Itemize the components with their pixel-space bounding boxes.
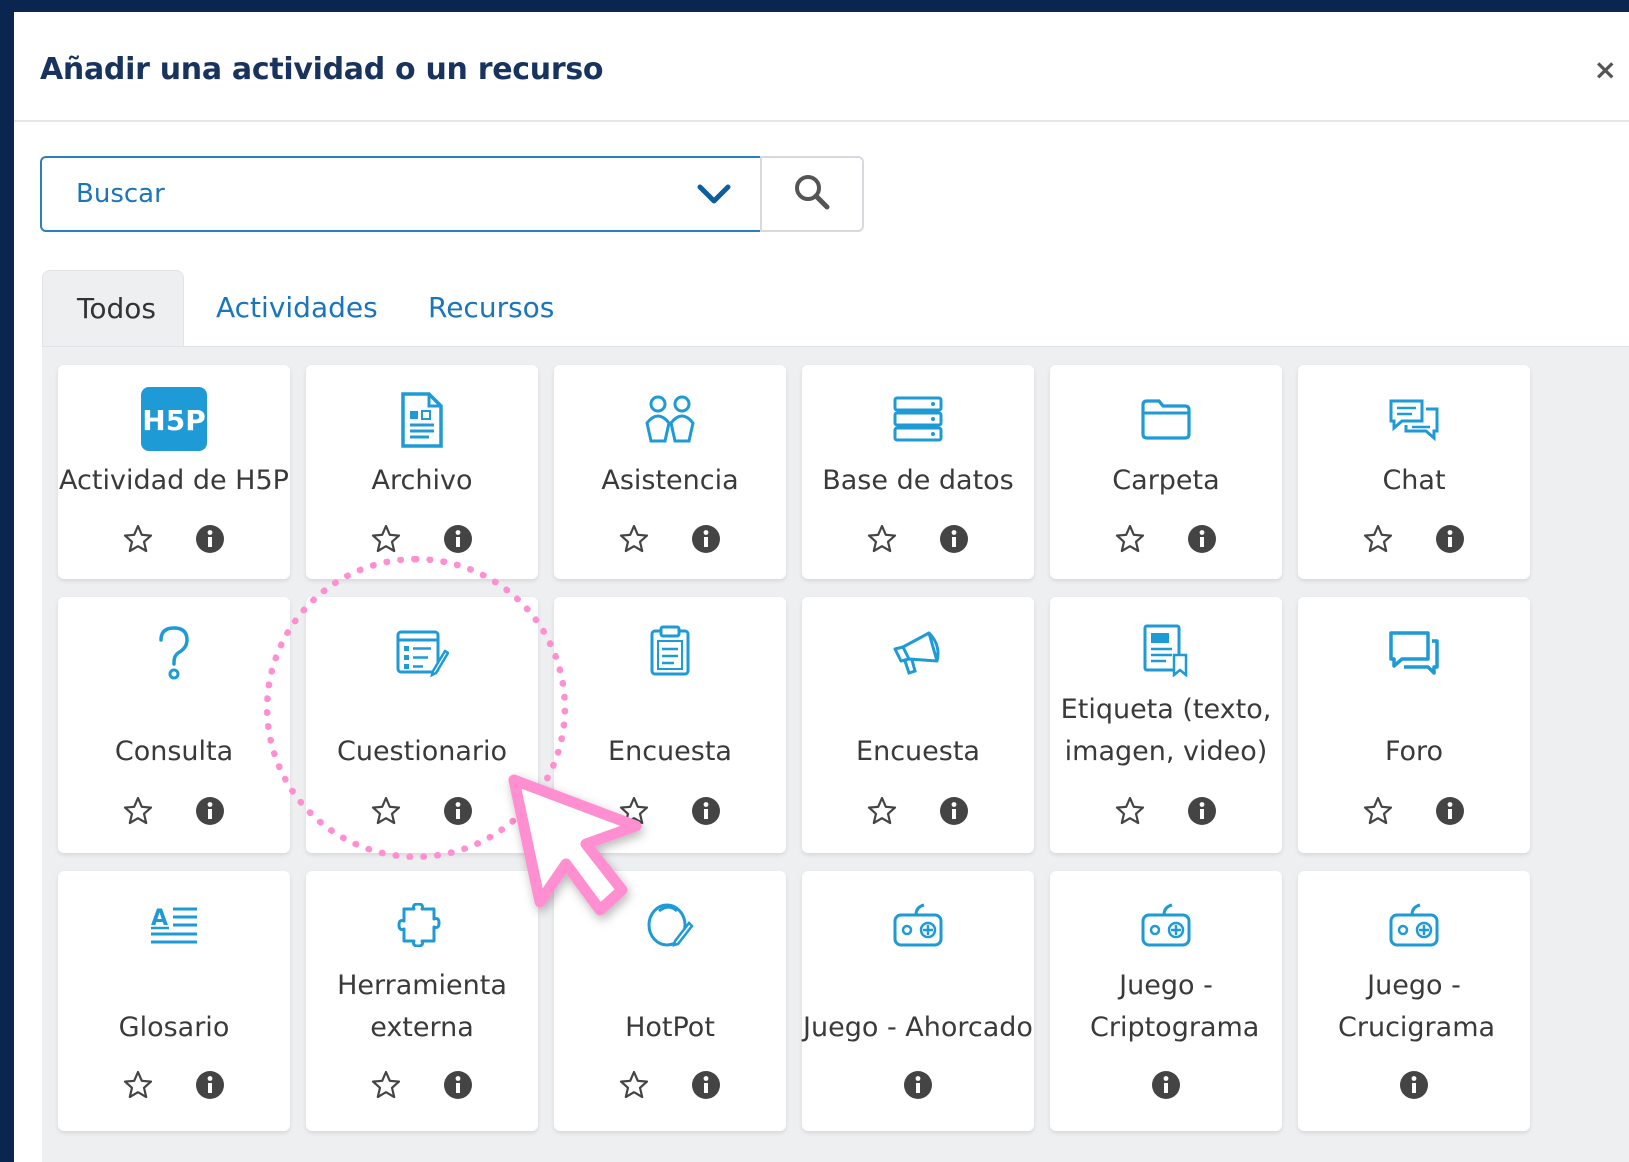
attendance-icon bbox=[643, 395, 697, 447]
activity-label: Cuestionario bbox=[336, 736, 508, 767]
activity-card[interactable]: A Glosario bbox=[58, 871, 290, 1131]
activity-card[interactable]: Archivo bbox=[306, 365, 538, 579]
info-icon[interactable] bbox=[1186, 523, 1218, 555]
star-icon[interactable] bbox=[1362, 795, 1394, 827]
info-icon[interactable] bbox=[1434, 795, 1466, 827]
activity-label: Consulta bbox=[114, 736, 234, 767]
star-icon[interactable] bbox=[1114, 523, 1146, 555]
activity-card[interactable]: Encuesta bbox=[802, 597, 1034, 853]
search-field-container[interactable] bbox=[40, 156, 762, 232]
info-icon[interactable] bbox=[194, 795, 226, 827]
gamepad-icon bbox=[1388, 901, 1440, 953]
activity-card[interactable]: Chat bbox=[1298, 365, 1530, 579]
tab-todos[interactable]: Todos bbox=[42, 270, 184, 347]
info-icon[interactable] bbox=[194, 523, 226, 555]
file-icon bbox=[399, 391, 445, 453]
info-icon[interactable] bbox=[690, 795, 722, 827]
activity-label: Carpeta bbox=[1112, 465, 1220, 496]
activity-card[interactable]: Base de datos bbox=[802, 365, 1034, 579]
close-button[interactable]: × bbox=[1594, 56, 1617, 84]
star-icon[interactable] bbox=[866, 795, 898, 827]
star-icon[interactable] bbox=[370, 1069, 402, 1101]
activity-label: Encuesta bbox=[608, 736, 732, 767]
activity-card[interactable]: Carpeta bbox=[1050, 365, 1282, 579]
activity-label: Juego - Criptograma bbox=[1090, 970, 1260, 1043]
pointer-cursor-icon bbox=[500, 772, 650, 936]
info-icon[interactable] bbox=[1398, 1069, 1430, 1101]
info-icon[interactable] bbox=[1434, 523, 1466, 555]
activity-card[interactable]: Juego - Ahorcado bbox=[802, 871, 1034, 1131]
info-icon[interactable] bbox=[442, 523, 474, 555]
star-icon[interactable] bbox=[122, 795, 154, 827]
info-icon[interactable] bbox=[690, 523, 722, 555]
question-icon bbox=[156, 625, 192, 685]
star-icon[interactable] bbox=[1362, 523, 1394, 555]
chevron-down-icon[interactable] bbox=[696, 182, 732, 212]
activity-label: Asistencia bbox=[601, 465, 739, 496]
forum-icon bbox=[1388, 629, 1440, 679]
activity-label: Juego - Ahorcado bbox=[803, 1012, 1033, 1043]
activity-label: Glosario bbox=[118, 1012, 230, 1043]
activity-card[interactable]: Etiqueta (texto, imagen, video) bbox=[1050, 597, 1282, 853]
activity-card[interactable]: Juego - Criptograma bbox=[1050, 871, 1282, 1131]
activity-card[interactable]: Juego - Crucigrama bbox=[1298, 871, 1530, 1131]
gamepad-icon bbox=[892, 901, 944, 953]
star-icon[interactable] bbox=[122, 1069, 154, 1101]
activity-label: HotPot bbox=[625, 1012, 715, 1043]
modal-header: Añadir una actividad o un recurso × bbox=[14, 12, 1629, 122]
info-icon[interactable] bbox=[442, 795, 474, 827]
items-panel: H5P Actividad de H5P Archivo Asistencia bbox=[42, 346, 1629, 1162]
star-icon[interactable] bbox=[1114, 795, 1146, 827]
activity-label: Juego - Crucigrama bbox=[1338, 970, 1496, 1043]
chat-icon bbox=[1388, 397, 1440, 447]
activity-label: Archivo bbox=[371, 465, 473, 496]
tab-recursos[interactable]: Recursos bbox=[394, 270, 588, 346]
star-icon[interactable] bbox=[618, 1069, 650, 1101]
star-icon[interactable] bbox=[370, 795, 402, 827]
star-icon[interactable] bbox=[370, 523, 402, 555]
info-icon[interactable] bbox=[1186, 795, 1218, 827]
tab-actividades[interactable]: Actividades bbox=[182, 270, 412, 346]
activity-card[interactable]: Asistencia bbox=[554, 365, 786, 579]
info-icon[interactable] bbox=[690, 1069, 722, 1101]
activity-label: Encuesta bbox=[856, 736, 980, 767]
search-button[interactable] bbox=[760, 156, 864, 232]
glossary-icon: A bbox=[149, 903, 199, 951]
search-input[interactable] bbox=[74, 178, 638, 210]
activity-card[interactable]: Consulta bbox=[58, 597, 290, 853]
activity-card[interactable]: H5P Actividad de H5P bbox=[58, 365, 290, 579]
database-icon bbox=[892, 395, 944, 447]
activity-label: Chat bbox=[1382, 465, 1446, 496]
svg-text:H5P: H5P bbox=[142, 404, 205, 437]
modal-title: Añadir una actividad o un recurso bbox=[40, 52, 604, 87]
star-icon[interactable] bbox=[866, 523, 898, 555]
activity-label: Herramienta externa bbox=[337, 970, 507, 1043]
activity-chooser-modal: Añadir una actividad o un recurso × Todo… bbox=[14, 12, 1629, 1162]
puzzle-icon bbox=[394, 902, 450, 951]
label-icon bbox=[1142, 623, 1190, 681]
quiz-icon bbox=[395, 629, 450, 681]
activity-label: Actividad de H5P bbox=[59, 465, 289, 496]
info-icon[interactable] bbox=[938, 523, 970, 555]
star-icon[interactable] bbox=[618, 523, 650, 555]
info-icon[interactable] bbox=[194, 1069, 226, 1101]
activity-label: Foro bbox=[1384, 736, 1444, 767]
folder-icon bbox=[1140, 397, 1192, 445]
search-icon bbox=[792, 172, 832, 216]
h5p-icon: H5P bbox=[141, 387, 207, 455]
megaphone-icon bbox=[891, 627, 945, 681]
info-icon[interactable] bbox=[1150, 1069, 1182, 1101]
clipboard-icon bbox=[649, 625, 691, 681]
info-icon[interactable] bbox=[442, 1069, 474, 1101]
activity-card[interactable]: Foro bbox=[1298, 597, 1530, 853]
info-icon[interactable] bbox=[938, 795, 970, 827]
activity-label: Base de datos bbox=[822, 465, 1014, 496]
hotpot-icon bbox=[645, 901, 695, 953]
info-icon[interactable] bbox=[902, 1069, 934, 1101]
star-icon[interactable] bbox=[122, 523, 154, 555]
activity-label: Etiqueta (texto, imagen, video) bbox=[1060, 694, 1272, 767]
gamepad-icon bbox=[1140, 901, 1192, 953]
